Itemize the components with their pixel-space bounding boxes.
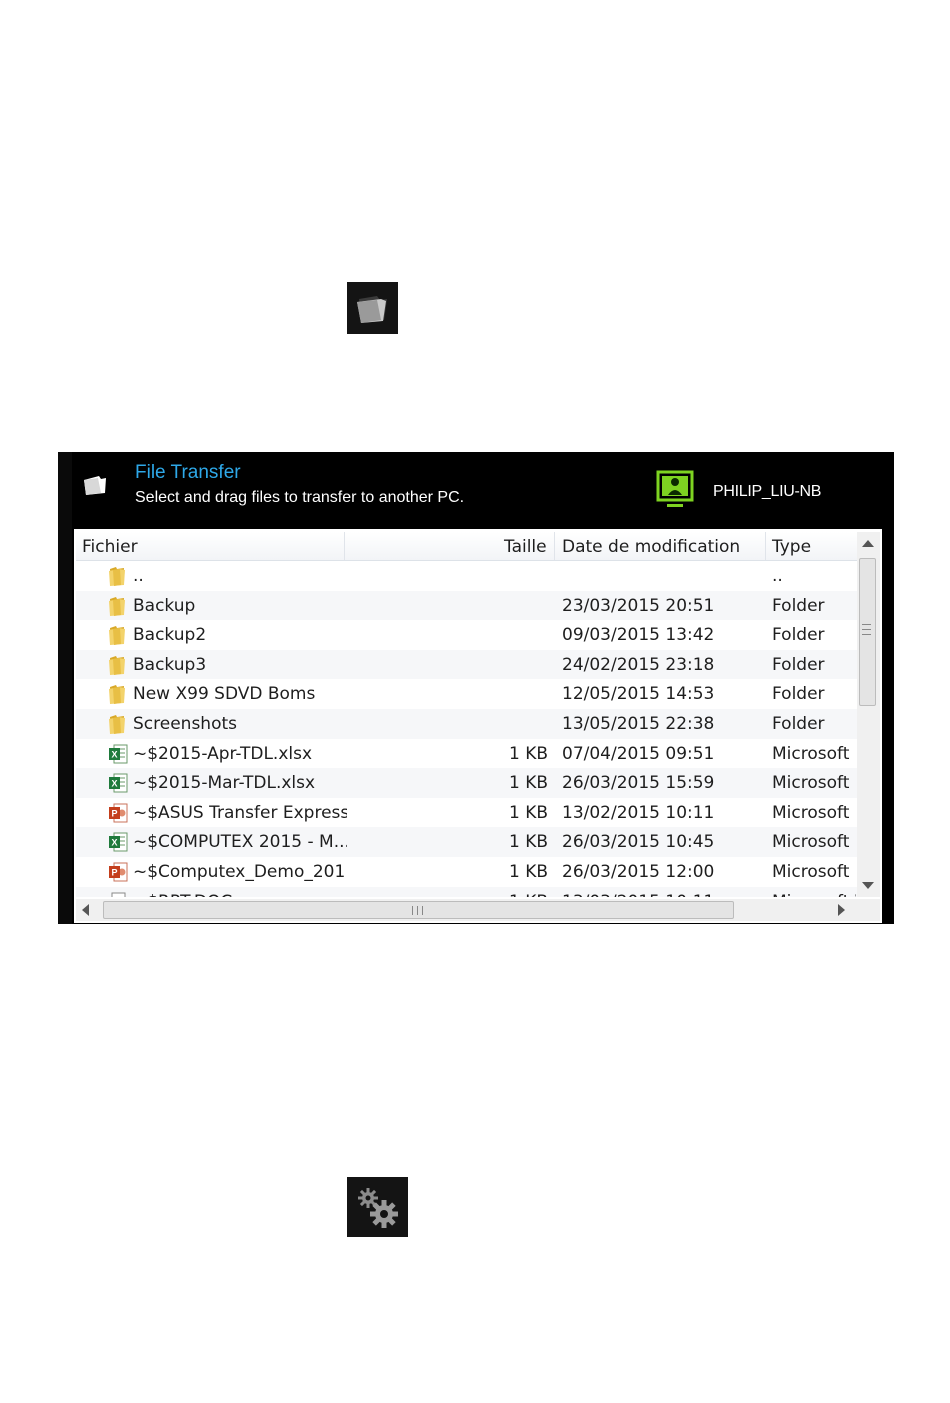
file-transfer-window: File Transfer Select and drag files to t… (58, 452, 894, 924)
file-name: Backup3 (133, 654, 207, 675)
folder-icon (84, 476, 106, 495)
scroll-grip-icon (862, 624, 871, 635)
file-name: New X99 SDVD Boms (133, 684, 316, 705)
file-size: 1 KB (508, 802, 548, 823)
scroll-down-arrow-icon[interactable] (862, 882, 874, 889)
svg-text:P: P (111, 808, 117, 818)
scroll-grip-icon (412, 906, 423, 915)
pc-name[interactable]: PHILIP_LIU-NB (713, 483, 821, 501)
column-date[interactable]: Date de modification (562, 537, 740, 557)
file-size: 1 KB (346, 892, 548, 897)
window-title: File Transfer (135, 462, 241, 483)
folder-icon (108, 625, 128, 646)
file-type: Microsoft P (772, 862, 856, 882)
file-size: 1 KB (508, 832, 548, 853)
settings-button[interactable] (347, 1177, 408, 1237)
excel-icon: X (108, 773, 128, 793)
svg-text:X: X (111, 838, 117, 848)
file-date: 09/03/2015 13:42 (562, 625, 715, 646)
file-date: 24/02/2015 23:18 (562, 654, 715, 675)
file-date: 23/03/2015 20:51 (562, 595, 715, 616)
file-size: 1 KB (508, 862, 548, 882)
folder-icon (108, 566, 128, 586)
file-date: 12/05/2015 14:53 (562, 684, 715, 705)
file-name: ~$RPT.DOC (133, 892, 347, 897)
gear-icon (358, 1188, 398, 1228)
table-row[interactable]: .... (76, 561, 857, 591)
table-row[interactable]: X ~$2015-Apr-TDL.xlsx 1 KB 07/04/2015 09:51… (76, 739, 857, 769)
table-row[interactable]: ~$RPT.DOC1 KB 13/03/2015 10:11 Microsoft W (76, 886, 857, 897)
file-type: Microsoft E (772, 832, 856, 853)
file-list[interactable]: Fichier Taille Date de modification Type… (76, 532, 857, 897)
file-type: Folder (772, 654, 825, 675)
file-name: .. (133, 566, 144, 586)
file-date: 13/05/2015 22:38 (562, 714, 715, 734)
file-type: Folder (772, 625, 825, 646)
table-row[interactable]: Screenshots 13/05/2015 22:38 Folder (76, 709, 857, 739)
file-size: 1 KB (508, 743, 548, 764)
file-date: 13/03/2015 10:11 (562, 892, 714, 897)
table-row[interactable]: X ~$2015-Mar-TDL.xlsx 1 KB 26/03/2015 15:59… (76, 768, 857, 798)
file-type: Microsoft E (772, 773, 856, 794)
table-row[interactable]: P ~$ASUS Transfer Express... 1 KB 13/02/201… (76, 798, 857, 828)
folder-button[interactable] (347, 282, 398, 334)
file-date: 26/03/2015 15:59 (562, 773, 715, 794)
svg-text:X: X (111, 779, 117, 789)
file-type: Folder (772, 595, 825, 616)
table-row[interactable]: Backup 23/03/2015 20:51 Folder (76, 590, 857, 621)
file-date: 26/03/2015 10:45 (562, 832, 715, 853)
vertical-scrollbar[interactable] (857, 532, 880, 897)
file-type: Microsoft P (772, 802, 856, 823)
file-date: 26/03/2015 12:00 (562, 862, 715, 882)
scroll-left-arrow-icon[interactable] (82, 904, 89, 916)
file-date: 13/02/2015 10:11 (562, 802, 715, 823)
file-name: Backup2 (133, 625, 207, 646)
file-size: 1 KB (508, 773, 548, 794)
window-left-edge (58, 452, 72, 924)
table-row[interactable]: X ~$COMPUTEX 2015 - M... 1 KB 26/03/2015 10… (76, 827, 857, 857)
file-type: .. (772, 566, 783, 586)
file-type: Microsoft E (772, 743, 856, 764)
file-type: Folder (772, 684, 825, 705)
powerpoint-icon: P (108, 862, 128, 882)
file-name: ~$2015-Mar-TDL.xlsx (133, 773, 316, 794)
pc-icon[interactable] (656, 470, 694, 510)
folder-icon (108, 714, 128, 734)
file-name: ~$2015-Apr-TDL.xlsx (133, 743, 313, 764)
file-type: Microsoft W (772, 892, 856, 897)
svg-text:P: P (111, 868, 117, 878)
excel-icon: X (108, 744, 128, 764)
file-name: Backup (133, 595, 196, 616)
scroll-right-arrow-icon[interactable] (838, 904, 845, 916)
column-type[interactable]: Type (772, 537, 811, 557)
file-list-panel: Fichier Taille Date de modification Type… (74, 529, 882, 923)
excel-icon: X (108, 832, 128, 852)
file-name: ~$COMPUTEX 2015 - M... (133, 832, 347, 853)
document-icon (108, 892, 128, 897)
folder-icon (108, 655, 128, 675)
powerpoint-icon: P (108, 803, 128, 823)
column-fichier[interactable]: Fichier (82, 537, 138, 557)
file-type: Folder (772, 714, 825, 734)
folder-icon (108, 596, 128, 616)
scroll-up-arrow-icon[interactable] (862, 540, 874, 547)
folder-icon (108, 684, 128, 705)
table-row[interactable]: New X99 SDVD Boms 12/05/2015 14:53 Folder (76, 679, 857, 709)
table-row[interactable]: P ~$Computex_Demo_201... 1 KB 26/03/2015 12… (76, 857, 857, 887)
file-date: 07/04/2015 09:51 (562, 743, 715, 764)
file-name: ~$ASUS Transfer Express... (133, 802, 347, 823)
folder-icon (357, 296, 387, 323)
column-header: Fichier Taille Date de modification Type (76, 532, 857, 561)
horizontal-scrollbar[interactable] (76, 899, 880, 921)
svg-text:X: X (111, 749, 117, 759)
column-taille[interactable]: Taille (504, 537, 547, 557)
horizontal-scroll-thumb[interactable] (103, 901, 734, 919)
file-name: ~$Computex_Demo_201... (133, 862, 347, 882)
table-row[interactable]: Backup3 24/02/2015 23:18 Folder (76, 649, 857, 680)
window-subtitle: Select and drag files to transfer to ano… (135, 489, 465, 506)
table-row[interactable]: Backup2 09/03/2015 13:42 Folder (76, 620, 857, 650)
file-name: Screenshots (133, 714, 238, 734)
